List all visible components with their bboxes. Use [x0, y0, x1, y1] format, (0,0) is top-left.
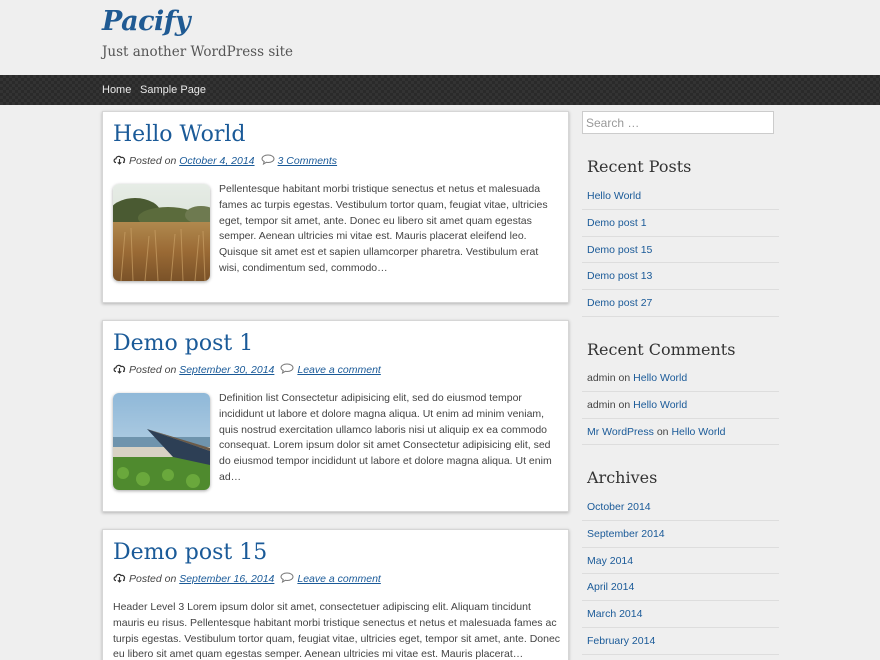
comment-on-label: on — [618, 372, 631, 384]
comment-author-link[interactable]: Mr WordPress — [587, 426, 654, 438]
recent-posts-heading: Recent Posts — [587, 157, 692, 176]
nav-item-home[interactable]: Home — [102, 84, 131, 96]
archive-link[interactable]: September 2014 — [587, 528, 665, 540]
post-title[interactable]: Hello World — [113, 122, 246, 147]
post-thumbnail-boat-beach[interactable] — [113, 393, 210, 490]
comment-on-label: on — [618, 398, 631, 411]
list-item: Demo post 27 — [582, 290, 779, 317]
post-card: Demo post 1 Posted on September 30, 2014… — [102, 320, 569, 512]
cloud-icon — [113, 154, 126, 168]
comment-post-link[interactable]: Hello World — [671, 426, 725, 438]
recent-post-link[interactable]: Demo post 13 — [587, 270, 652, 282]
list-item: Demo post 13 — [582, 263, 779, 291]
comment-author: admin — [587, 398, 616, 411]
recent-comments-heading: Recent Comments — [587, 340, 736, 359]
cloud-icon — [113, 572, 126, 586]
archive-link[interactable]: October 2014 — [587, 501, 651, 513]
post-excerpt: Pellentesque habitant morbi tristique se… — [219, 183, 548, 274]
list-item: October 2014 — [582, 494, 779, 521]
post-excerpt: Definition list Consectetur adipisicing … — [219, 392, 552, 483]
archive-link[interactable]: March 2014 — [587, 608, 642, 620]
post-date-link[interactable]: September 16, 2014 — [179, 573, 274, 585]
archive-link[interactable]: February 2014 — [587, 635, 655, 647]
site-description: Just another WordPress site — [102, 44, 293, 60]
comments-link[interactable]: Leave a comment — [297, 573, 380, 585]
posted-on-label: Posted on — [129, 573, 177, 585]
recent-post-link[interactable]: Hello World — [587, 190, 641, 202]
post-date-link[interactable]: October 4, 2014 — [179, 155, 254, 167]
post-meta: Posted on September 30, 2014 Leave a com… — [113, 363, 381, 377]
comment-on-label: on — [656, 425, 669, 438]
list-item: Hello World — [582, 183, 779, 210]
post-title[interactable]: Demo post 1 — [113, 331, 253, 356]
posted-on-label: Posted on — [129, 364, 177, 376]
main-navigation: Home Sample Page — [0, 75, 880, 105]
archives-heading: Archives — [587, 468, 658, 487]
comment-post-link[interactable]: Hello World — [633, 399, 687, 411]
comment-bubble-icon — [280, 572, 294, 586]
post-card: Hello World Posted on October 4, 2014 3 … — [102, 111, 569, 303]
recent-post-link[interactable]: Demo post 1 — [587, 217, 647, 229]
recent-post-link[interactable]: Demo post 15 — [587, 244, 652, 256]
comment-bubble-icon — [261, 154, 275, 168]
list-item: May 2014 — [582, 548, 779, 575]
recent-posts-list: Hello World Demo post 1 Demo post 15 Dem… — [582, 183, 779, 317]
post-meta: Posted on October 4, 2014 3 Comments — [113, 154, 337, 168]
archives-list: October 2014 September 2014 May 2014 Apr… — [582, 494, 779, 655]
post-thumbnail-wheat-field[interactable] — [113, 184, 210, 281]
comments-link[interactable]: Leave a comment — [297, 364, 380, 376]
list-item: Demo post 1 — [582, 210, 779, 237]
post-excerpt: Header Level 3 Lorem ipsum dolor sit ame… — [113, 601, 561, 660]
recent-comments-list: admin on Hello World admin on Hello Worl… — [582, 365, 779, 446]
list-item: Mr WordPress on Hello World — [582, 419, 779, 446]
archive-link[interactable]: May 2014 — [587, 555, 633, 567]
search-input[interactable] — [582, 111, 774, 134]
recent-post-link[interactable]: Demo post 27 — [587, 297, 652, 309]
list-item: admin on Hello World — [582, 392, 779, 419]
site-title[interactable]: Pacify — [102, 6, 191, 37]
post-card: Demo post 15 Posted on September 16, 201… — [102, 529, 569, 660]
post-meta: Posted on September 16, 2014 Leave a com… — [113, 572, 381, 586]
cloud-icon — [113, 363, 126, 377]
list-item: February 2014 — [582, 628, 779, 655]
post-date-link[interactable]: September 30, 2014 — [179, 364, 274, 376]
comment-bubble-icon — [280, 363, 294, 377]
comment-author: admin — [587, 372, 616, 384]
list-item: September 2014 — [582, 521, 779, 548]
list-item: April 2014 — [582, 574, 779, 602]
archive-link[interactable]: April 2014 — [587, 581, 634, 593]
list-item: March 2014 — [582, 601, 779, 628]
post-title[interactable]: Demo post 15 — [113, 540, 267, 565]
list-item: admin on Hello World — [582, 365, 779, 392]
comments-link[interactable]: 3 Comments — [278, 155, 338, 167]
comment-post-link[interactable]: Hello World — [633, 372, 687, 384]
nav-item-sample-page[interactable]: Sample Page — [140, 84, 206, 96]
posted-on-label: Posted on — [129, 155, 177, 167]
list-item: Demo post 15 — [582, 237, 779, 264]
